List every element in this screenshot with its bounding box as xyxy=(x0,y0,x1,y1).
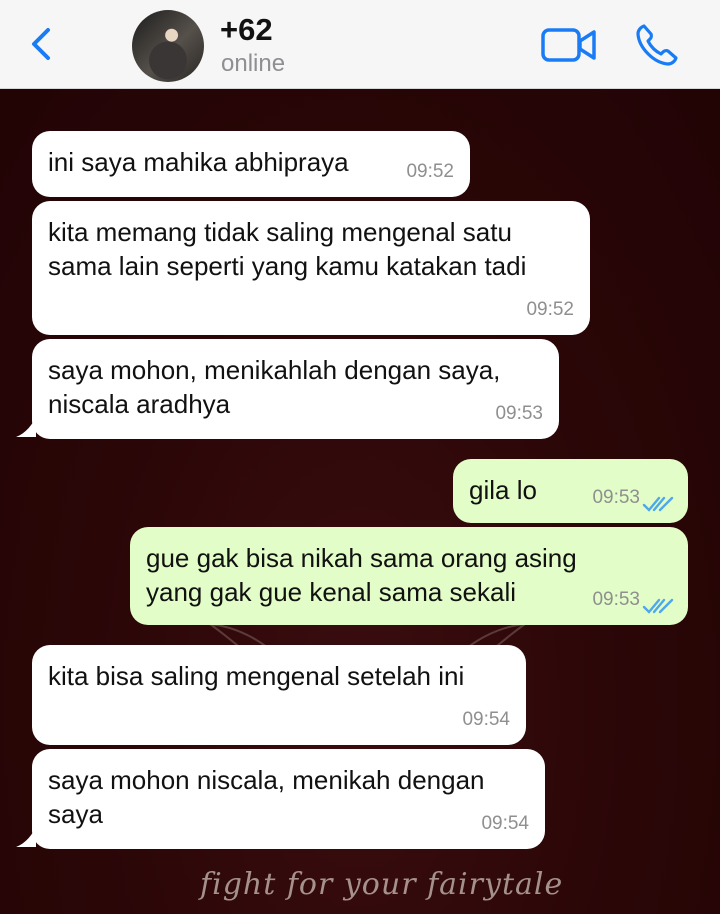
video-camera-icon[interactable] xyxy=(540,26,598,64)
message-time: 09:53 xyxy=(592,589,640,610)
message-time: 09:53 xyxy=(592,487,640,508)
message-text: gila lo xyxy=(469,475,537,505)
contact-name[interactable]: +62 xyxy=(220,12,273,48)
chat-area[interactable]: fight for your fairytale ini saya mahika… xyxy=(0,89,720,914)
bubble-tail xyxy=(16,827,36,847)
incoming-message[interactable]: saya mohon, menikahlah dengan saya, nisc… xyxy=(32,339,559,439)
incoming-message[interactable]: kita bisa saling mengenal setelah ini 09… xyxy=(32,645,526,745)
double-check-icon xyxy=(642,598,674,614)
message-text: ini saya mahika abhipraya xyxy=(48,147,349,177)
contact-status: online xyxy=(221,50,286,77)
avatar[interactable] xyxy=(132,10,204,82)
watermark-text: fight for your fairytale xyxy=(200,867,564,902)
chat-header: +62 online xyxy=(0,0,720,89)
message-time: 09:53 xyxy=(495,403,543,424)
message-text: saya mohon niscala, menikah dengan saya xyxy=(48,765,485,829)
incoming-message[interactable]: saya mohon niscala, menikah dengan saya … xyxy=(32,749,545,849)
outgoing-message[interactable]: gue gak bisa nikah sama orang asing yang… xyxy=(130,527,688,625)
message-time: 09:54 xyxy=(481,813,529,834)
message-time: 09:52 xyxy=(526,299,574,320)
outgoing-message[interactable]: gila lo 09:53 xyxy=(453,459,688,523)
message-text: kita bisa saling mengenal setelah ini xyxy=(48,661,465,691)
chevron-left-icon[interactable] xyxy=(26,24,60,64)
message-text: saya mohon, menikahlah dengan saya, nisc… xyxy=(48,355,501,419)
incoming-message[interactable]: ini saya mahika abhipraya 09:52 xyxy=(32,131,470,197)
message-text: gue gak bisa nikah sama orang asing yang… xyxy=(146,543,577,607)
incoming-message[interactable]: kita memang tidak saling mengenal satu s… xyxy=(32,201,590,335)
bubble-tail xyxy=(16,417,36,437)
phone-icon[interactable] xyxy=(634,22,680,68)
message-time: 09:52 xyxy=(406,161,454,182)
message-time: 09:54 xyxy=(462,709,510,730)
message-text: kita memang tidak saling mengenal satu s… xyxy=(48,217,527,281)
double-check-icon xyxy=(642,496,674,512)
